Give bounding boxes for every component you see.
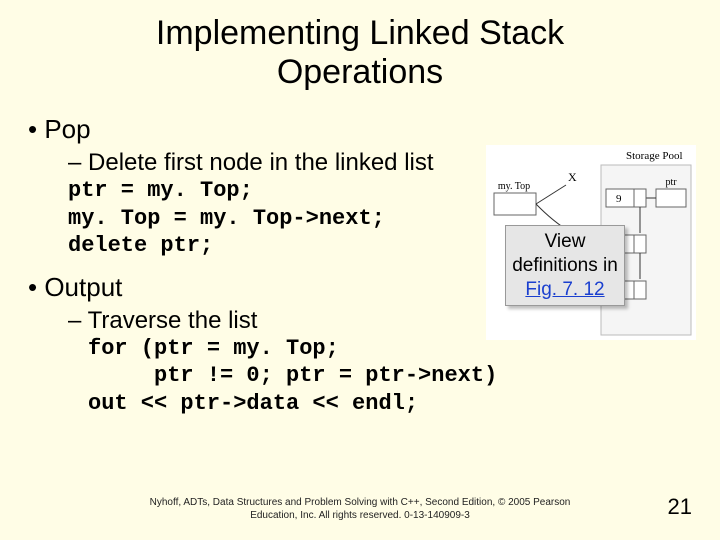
bullet-output-text: Output: [44, 272, 122, 302]
viewbox-line2: definitions in: [512, 255, 618, 276]
slide-title: Implementing Linked Stack Operations: [0, 0, 720, 92]
title-line-2: Operations: [277, 53, 443, 91]
fig-link[interactable]: Fig. 7. 12: [525, 279, 604, 300]
ptr-label: ptr: [665, 177, 677, 188]
footer-line-1: Nyhoff, ADTs, Data Structures and Proble…: [150, 497, 571, 508]
svg-text:X: X: [568, 170, 577, 184]
title-line-1: Implementing Linked Stack: [156, 14, 564, 52]
footer-line-2: Education, Inc. All rights reserved. 0-1…: [250, 510, 470, 521]
bullet-pop-sub-text: Delete first node in the linked list: [88, 149, 434, 176]
page-number: 21: [668, 494, 692, 520]
bullet-pop: Pop: [28, 114, 692, 145]
bullet-pop-sub: Delete first node in the linked list: [68, 149, 448, 177]
view-definitions-box: View definitions in Fig. 7. 12: [505, 225, 625, 306]
storage-pool-label: Storage Pool: [626, 150, 683, 162]
footer-citation: Nyhoff, ADTs, Data Structures and Proble…: [0, 497, 720, 522]
bullet-pop-text: Pop: [44, 114, 90, 144]
code-output: for (ptr = my. Top; ptr != 0; ptr = ptr-…: [88, 335, 692, 418]
mytop-label: my. Top: [498, 181, 530, 192]
node-1: 9: [616, 193, 622, 205]
viewbox-line1: View: [545, 231, 586, 252]
bullet-output-sub-text: Traverse the list: [88, 307, 258, 334]
